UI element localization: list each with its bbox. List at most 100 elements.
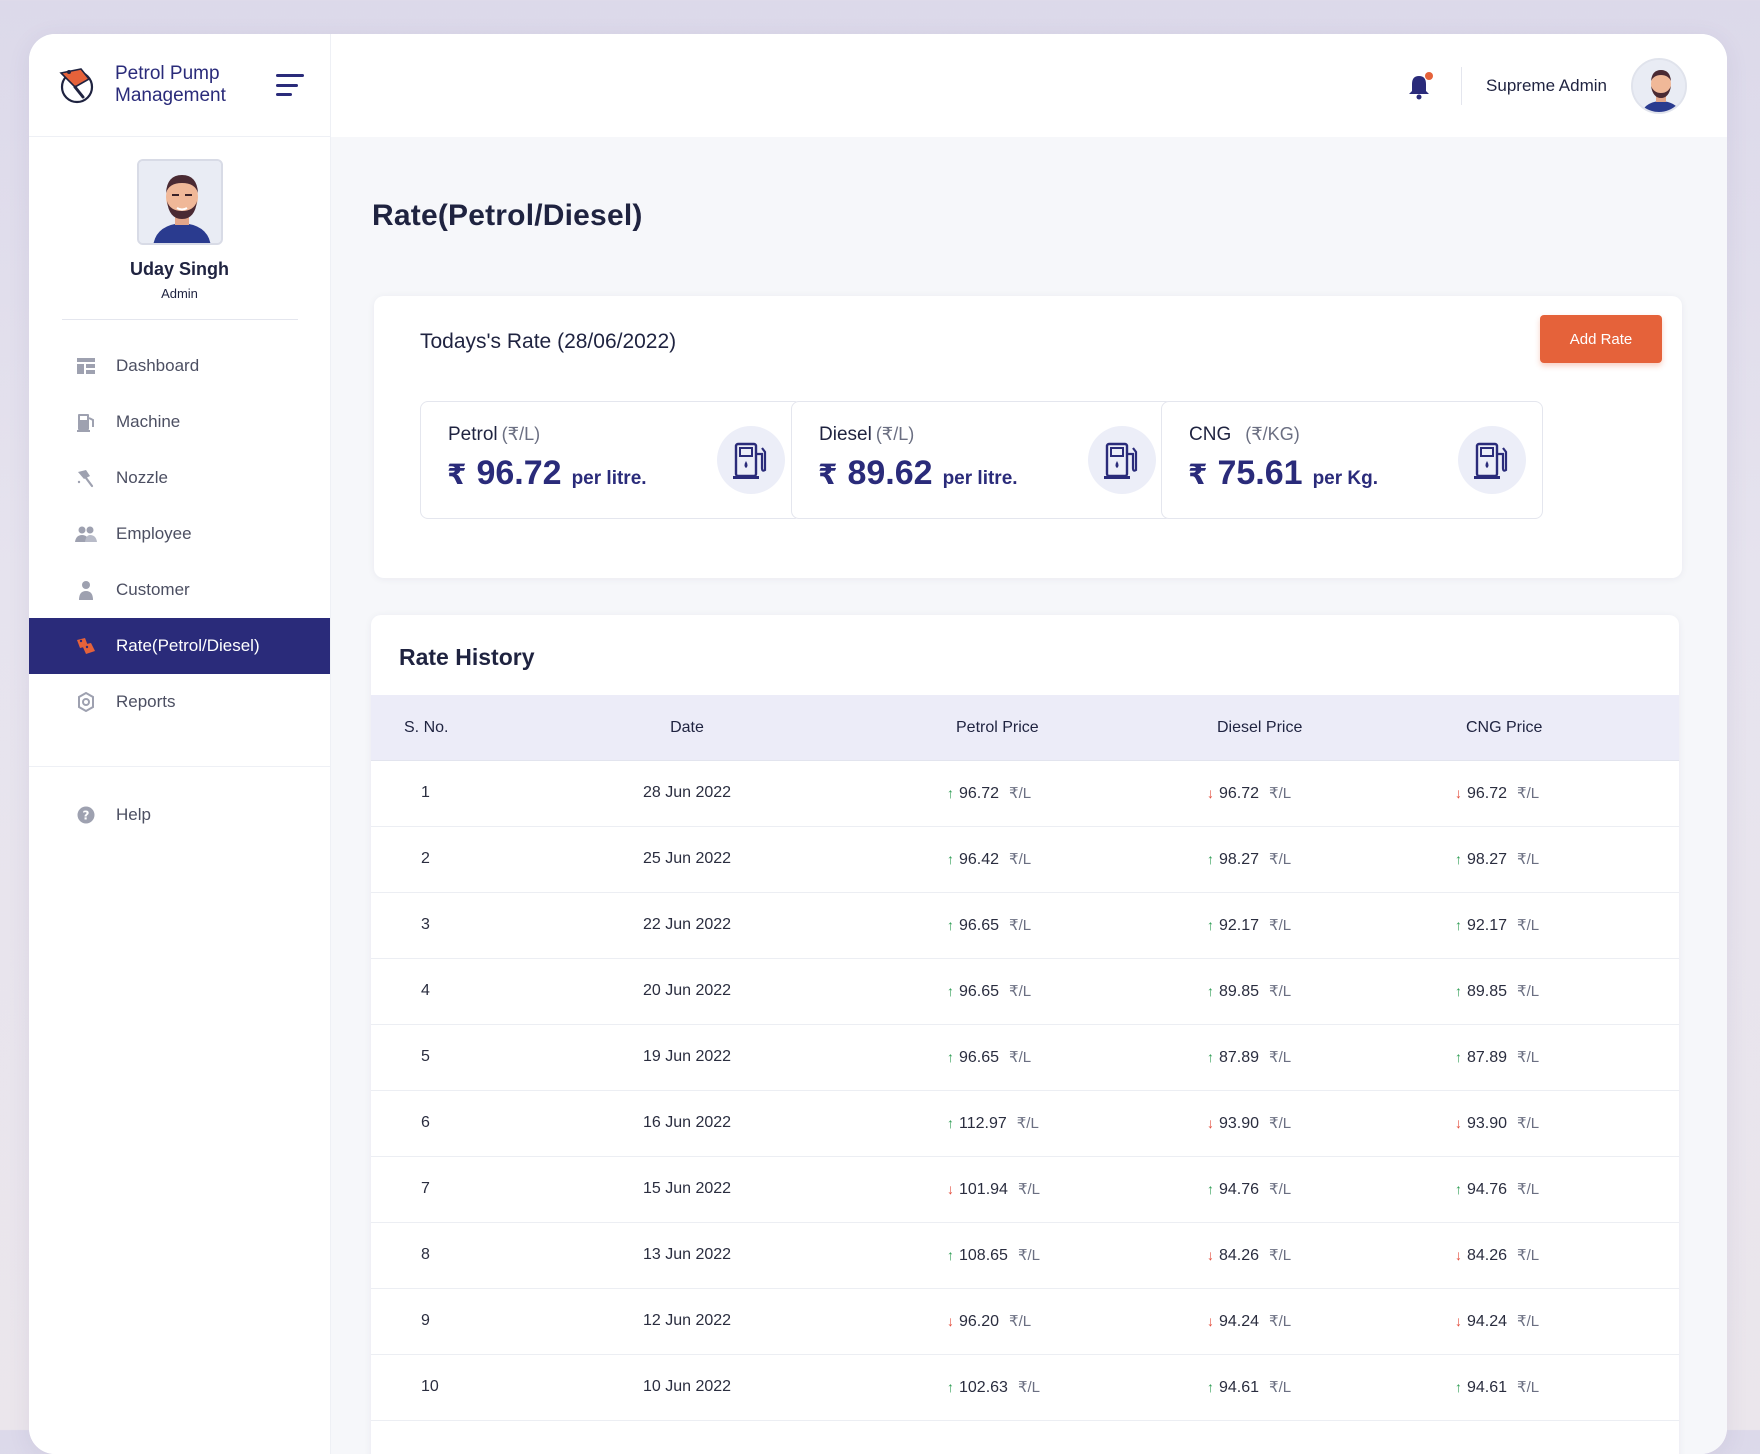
cell-petrol-price: ↓ 96.20 ₹/L <box>947 1312 1031 1331</box>
price-unit: ₹/L <box>1517 983 1540 1000</box>
cell-diesel-price: ↓ 93.90 ₹/L <box>1207 1114 1291 1133</box>
sidebar-item-label: Reports <box>116 692 176 711</box>
date-value: 13 Jun 2022 <box>642 1246 732 1263</box>
price-value: 94.76 <box>1219 1181 1260 1198</box>
table-row: 10 10 Jun 2022 ↑ 102.63 ₹/L ↑ 94.61 ₹/L ↑ 94.61 ₹/… <box>371 1355 1679 1421</box>
price-value: 96.20 <box>959 1313 1000 1330</box>
sidebar-item-help[interactable]: ? Help <box>29 787 330 843</box>
divider <box>29 766 330 767</box>
date-value: 10 Jun 2022 <box>642 1378 732 1395</box>
price-unit: ₹/L <box>1269 1379 1292 1396</box>
sno-value: 8 <box>421 1246 430 1263</box>
notification-bell-icon[interactable] <box>1403 70 1435 102</box>
cell-petrol-price: ↑ 102.63 ₹/L <box>947 1378 1040 1397</box>
price-value: 94.76 <box>1467 1181 1508 1198</box>
cell-cng-price: ↑ 92.17 ₹/L <box>1455 916 1539 935</box>
cell-petrol-price: ↑ 96.65 ₹/L <box>947 916 1031 935</box>
cell-cng-price: ↓ 93.90 ₹/L <box>1455 1114 1539 1133</box>
price-unit: ₹/L <box>1269 785 1292 802</box>
avatar[interactable] <box>1631 57 1687 114</box>
price-unit: ₹/L <box>1017 1247 1040 1264</box>
date-value: 25 Jun 2022 <box>642 850 732 867</box>
todays-rate-card: Todays's Rate (28/06/2022) Add Rate Petr… <box>374 296 1682 578</box>
nozzle-icon <box>75 467 97 489</box>
cell-petrol-price: ↑ 112.97 ₹/L <box>947 1114 1039 1133</box>
cell-diesel-price: ↑ 89.85 ₹/L <box>1207 982 1291 1001</box>
sidebar-item-employee[interactable]: Employee <box>29 506 330 562</box>
reports-gear-icon <box>75 691 97 713</box>
cell-diesel-price: ↓ 96.72 ₹/L <box>1207 784 1291 803</box>
price-value: 87.89 <box>1467 1049 1508 1066</box>
sidebar-item-rate[interactable]: Rate(Petrol/Diesel) <box>29 618 330 674</box>
price-unit: ₹/L <box>1009 851 1032 868</box>
fuel-pump-icon <box>717 426 785 494</box>
arrow-up-icon: ↑ <box>947 1115 954 1131</box>
cell-cng-price: ↓ 84.26 ₹/L <box>1455 1246 1539 1265</box>
table-row: 5 19 Jun 2022 ↑ 96.65 ₹/L ↑ 87.89 ₹/L ↑ 87.89 ₹/L <box>371 1025 1679 1091</box>
rate-history-title: Rate History <box>399 644 535 670</box>
arrow-up-icon: ↑ <box>1207 917 1214 933</box>
cell-cng-price: ↑ 89.85 ₹/L <box>1455 982 1539 1001</box>
sno-value: 1 <box>421 784 430 801</box>
rate-unit: (₹/L) <box>875 424 915 444</box>
topbar: Supreme Admin <box>331 34 1727 137</box>
arrow-up-icon: ↑ <box>1455 983 1462 999</box>
table-header: S. No. Date Petrol Price Diesel Price CN… <box>371 695 1679 761</box>
rate-amount: 89.62 <box>847 454 933 492</box>
cell-cng-price: ↓ 96.72 ₹/L <box>1455 784 1539 803</box>
sidebar-item-machine[interactable]: Machine <box>29 394 330 450</box>
cell-petrol-price: ↑ 96.65 ₹/L <box>947 1048 1031 1067</box>
arrow-up-icon: ↑ <box>1455 1049 1462 1065</box>
price-value: 101.94 <box>959 1181 1008 1198</box>
sno-value: 3 <box>421 916 430 933</box>
date-value: 19 Jun 2022 <box>642 1048 732 1065</box>
fuel-pump-icon <box>1458 426 1526 494</box>
divider <box>1461 66 1463 105</box>
date-value: 20 Jun 2022 <box>642 982 732 999</box>
sidebar-nav: Dashboard Machine Nozzle Employee Custom… <box>29 338 330 843</box>
price-unit: ₹/L <box>1517 1049 1540 1066</box>
add-rate-button[interactable]: Add Rate <box>1540 315 1662 363</box>
arrow-up-icon: ↑ <box>1455 917 1462 933</box>
rate-per: per litre. <box>571 468 647 489</box>
date-value: 12 Jun 2022 <box>642 1312 732 1329</box>
cell-cng-price: ↓ 94.24 ₹/L <box>1455 1312 1539 1331</box>
cell-sno: 1 <box>421 784 430 802</box>
cell-sno: 9 <box>421 1312 430 1330</box>
arrow-up-icon: ↑ <box>947 1049 954 1065</box>
sidebar-item-nozzle[interactable]: Nozzle <box>29 450 330 506</box>
rate-amount: 75.61 <box>1217 454 1303 492</box>
sidebar-item-dashboard[interactable]: Dashboard <box>29 338 330 394</box>
table-row: 3 22 Jun 2022 ↑ 96.65 ₹/L ↑ 92.17 ₹/L ↑ 92.17 ₹/L <box>371 893 1679 959</box>
cell-sno: 7 <box>421 1180 430 1198</box>
arrow-up-icon: ↑ <box>1207 1379 1214 1395</box>
admin-name[interactable]: Supreme Admin <box>1486 76 1607 96</box>
brand: Petrol Pump Management <box>29 34 330 137</box>
price-unit: ₹/L <box>1269 1049 1292 1066</box>
petrol-rate-box: Petrol (₹/L) ₹ 96.72 per litre. <box>420 401 802 519</box>
cell-cng-price: ↑ 94.76 ₹/L <box>1455 1180 1539 1199</box>
sidebar-item-reports[interactable]: Reports <box>29 674 330 730</box>
price-value: 94.61 <box>1219 1379 1260 1396</box>
employees-icon <box>75 523 97 545</box>
cell-diesel-price: ↑ 98.27 ₹/L <box>1207 850 1291 869</box>
arrow-down-icon: ↓ <box>1207 785 1214 801</box>
arrow-up-icon: ↑ <box>1207 1049 1214 1065</box>
arrow-down-icon: ↓ <box>1455 1313 1462 1329</box>
cell-sno: 4 <box>421 982 430 1000</box>
cell-date: 28 Jun 2022 <box>607 784 767 802</box>
cell-cng-price: ↑ 98.27 ₹/L <box>1455 850 1539 869</box>
price-value: 96.65 <box>959 917 1000 934</box>
sidebar-item-customer[interactable]: Customer <box>29 562 330 618</box>
table-row: 8 13 Jun 2022 ↑ 108.65 ₹/L ↓ 84.26 ₹/L ↓ 84.26 ₹/L <box>371 1223 1679 1289</box>
cng-rate-box: CNG (₹/KG) ₹ 75.61 per Kg. <box>1161 401 1543 519</box>
arrow-down-icon: ↓ <box>1207 1313 1214 1329</box>
menu-toggle-icon[interactable] <box>276 74 306 96</box>
price-unit: ₹/L <box>1269 851 1292 868</box>
price-unit: ₹/L <box>1017 1181 1040 1198</box>
cell-diesel-price: ↑ 94.76 ₹/L <box>1207 1180 1291 1199</box>
price-unit: ₹/L <box>1517 785 1540 802</box>
arrow-up-icon: ↑ <box>1207 851 1214 867</box>
price-unit: ₹/L <box>1016 1115 1039 1132</box>
price-value: 96.65 <box>959 1049 1000 1066</box>
